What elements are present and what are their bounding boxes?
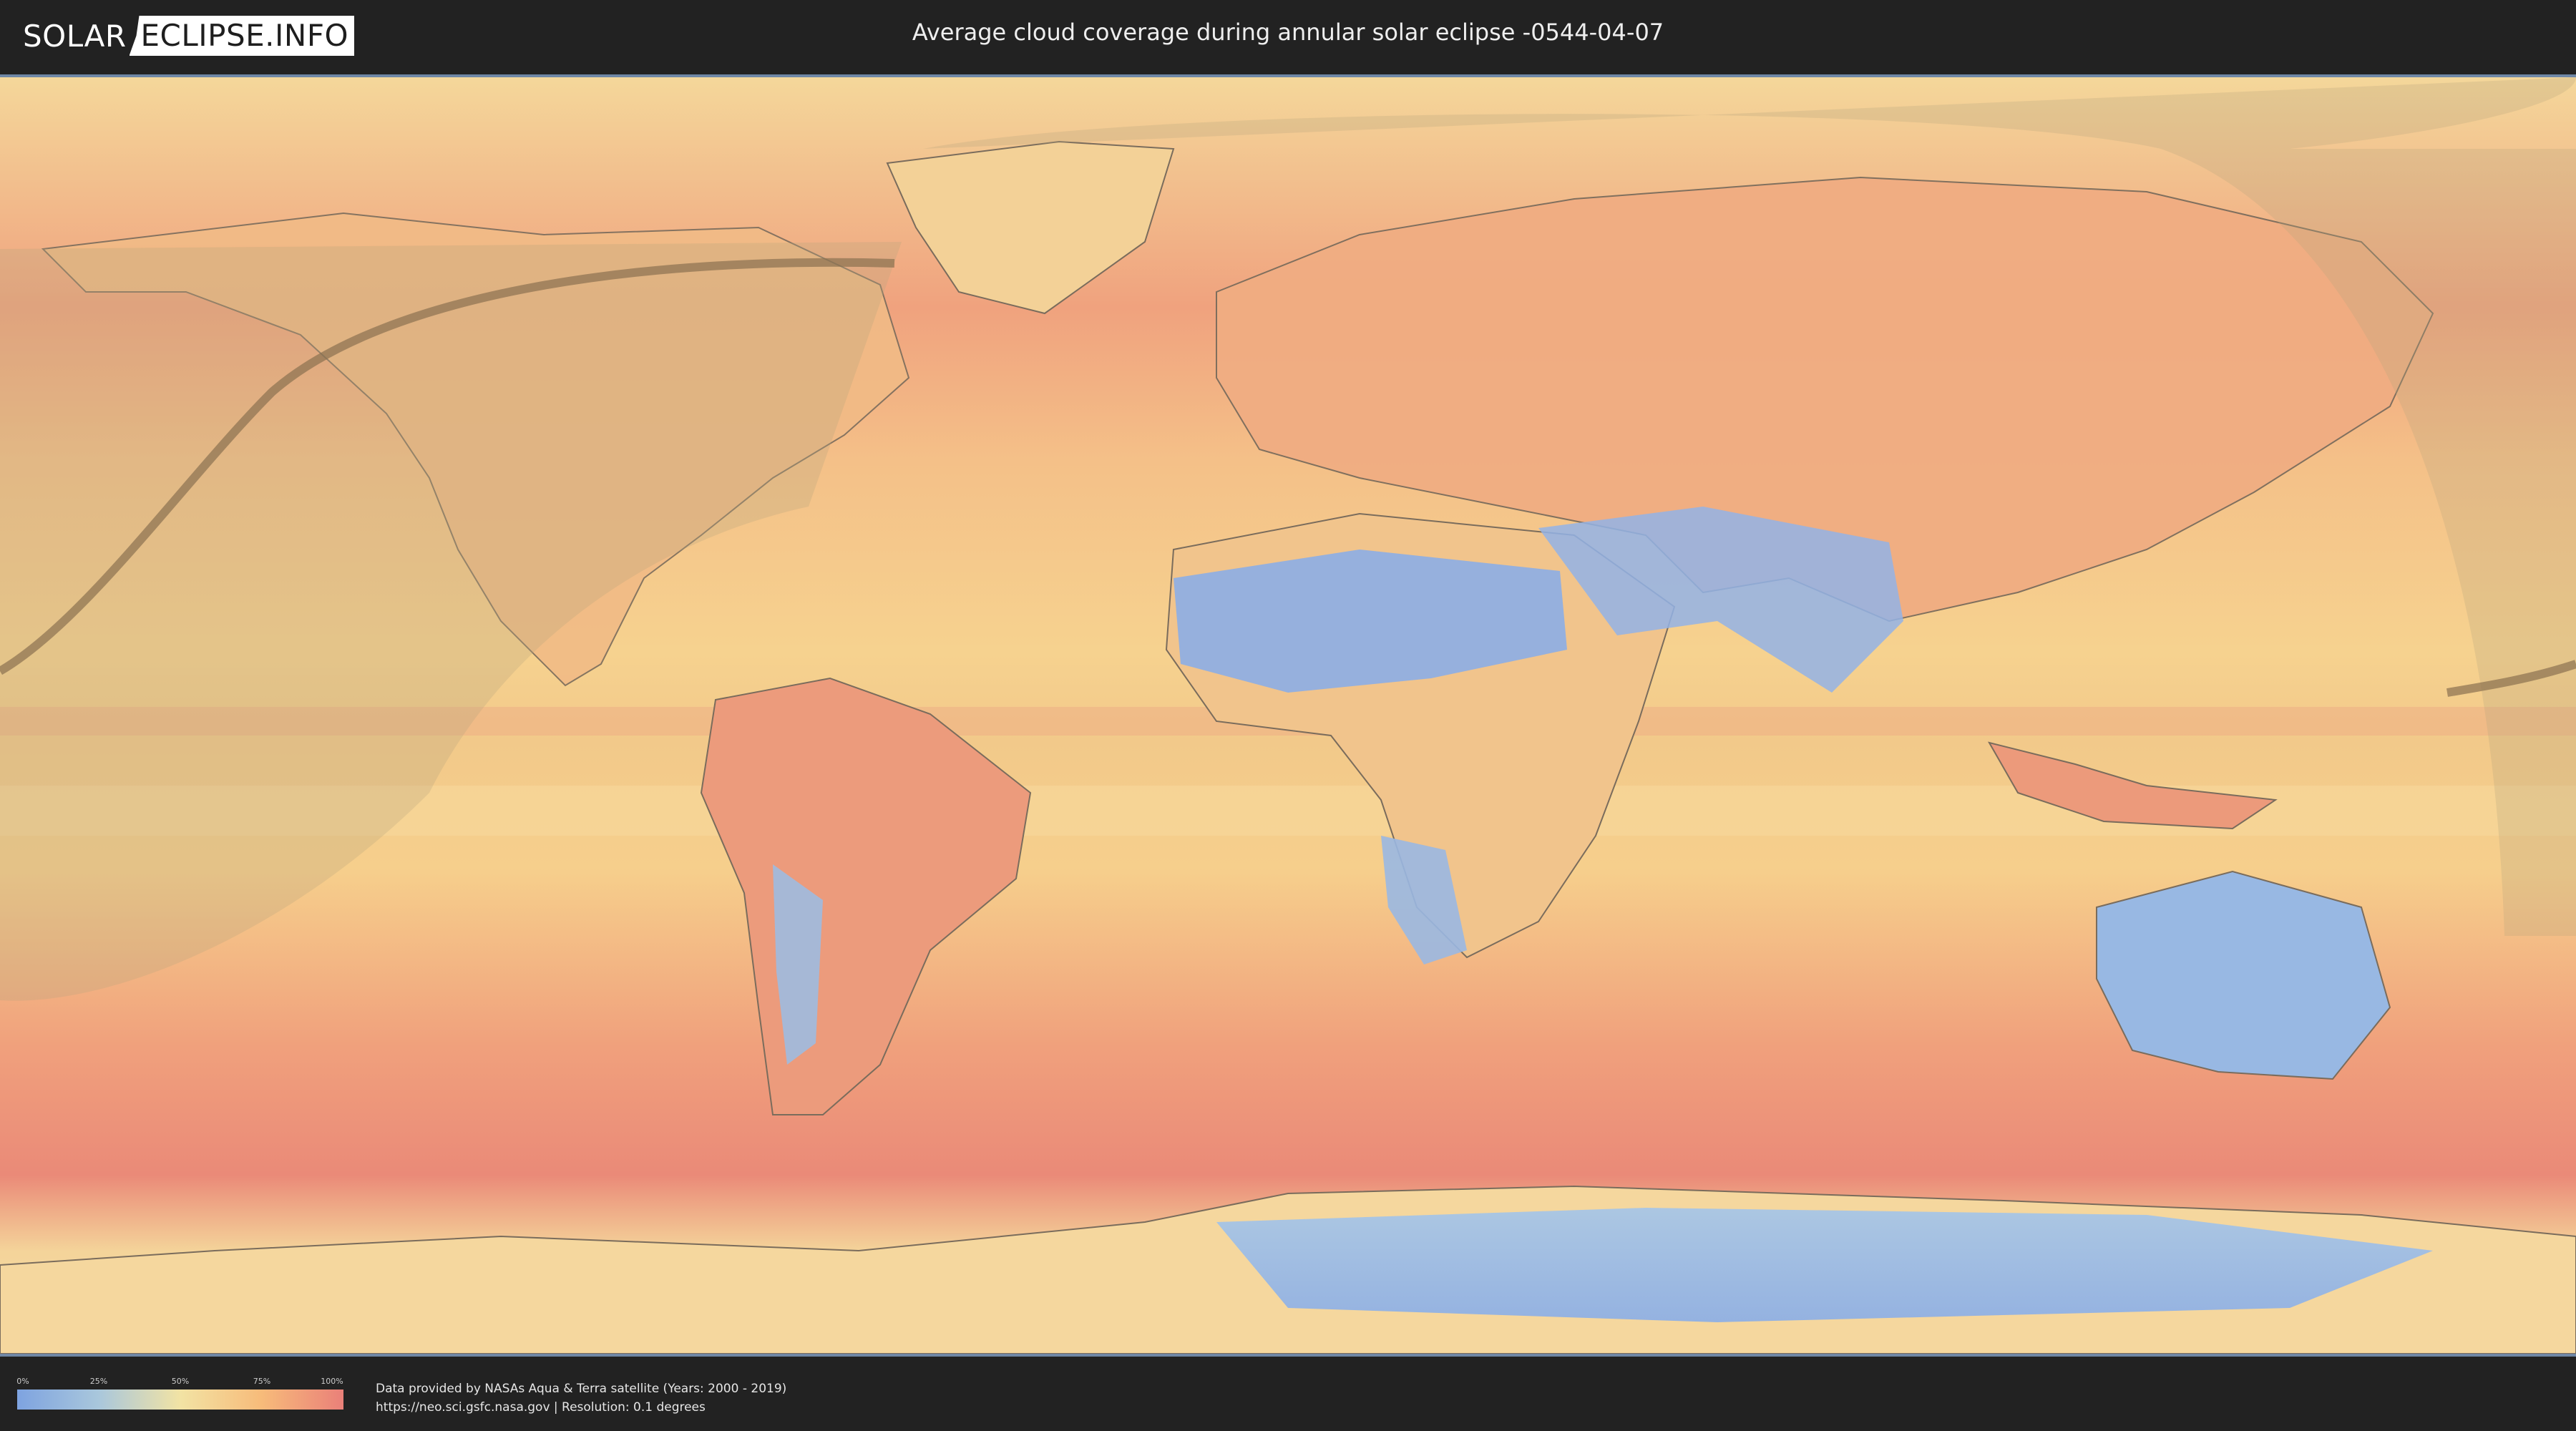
page-title: Average cloud coverage during annular so… — [912, 19, 1664, 46]
world-map-svg — [0, 77, 2576, 1354]
header: SOLAR ECLIPSE.INFO Average cloud coverag… — [0, 0, 2576, 72]
australia-landmass — [2096, 870, 2391, 1080]
credits-line-source: Data provided by NASAs Aqua & Terra sate… — [376, 1382, 787, 1396]
legend-color-bar — [17, 1390, 343, 1410]
legend-tick-0: 0% — [16, 1377, 29, 1386]
credits-line-url[interactable]: https://neo.sci.gsfc.nasa.gov | Resoluti… — [376, 1398, 786, 1417]
cloud-coverage-map[interactable] — [0, 74, 2576, 1357]
legend-tick-50: 50% — [171, 1377, 190, 1386]
cloud-coverage-legend: 0% 25% 50% 75% 100% — [16, 1377, 343, 1414]
data-credits: Data provided by NASAs Aqua & Terra sate… — [376, 1379, 786, 1417]
legend-tick-75: 75% — [253, 1377, 271, 1386]
legend-tick-100: 100% — [321, 1377, 343, 1386]
legend-ticks: 0% 25% 50% 75% 100% — [16, 1377, 343, 1387]
legend-tick-25: 25% — [89, 1377, 108, 1386]
